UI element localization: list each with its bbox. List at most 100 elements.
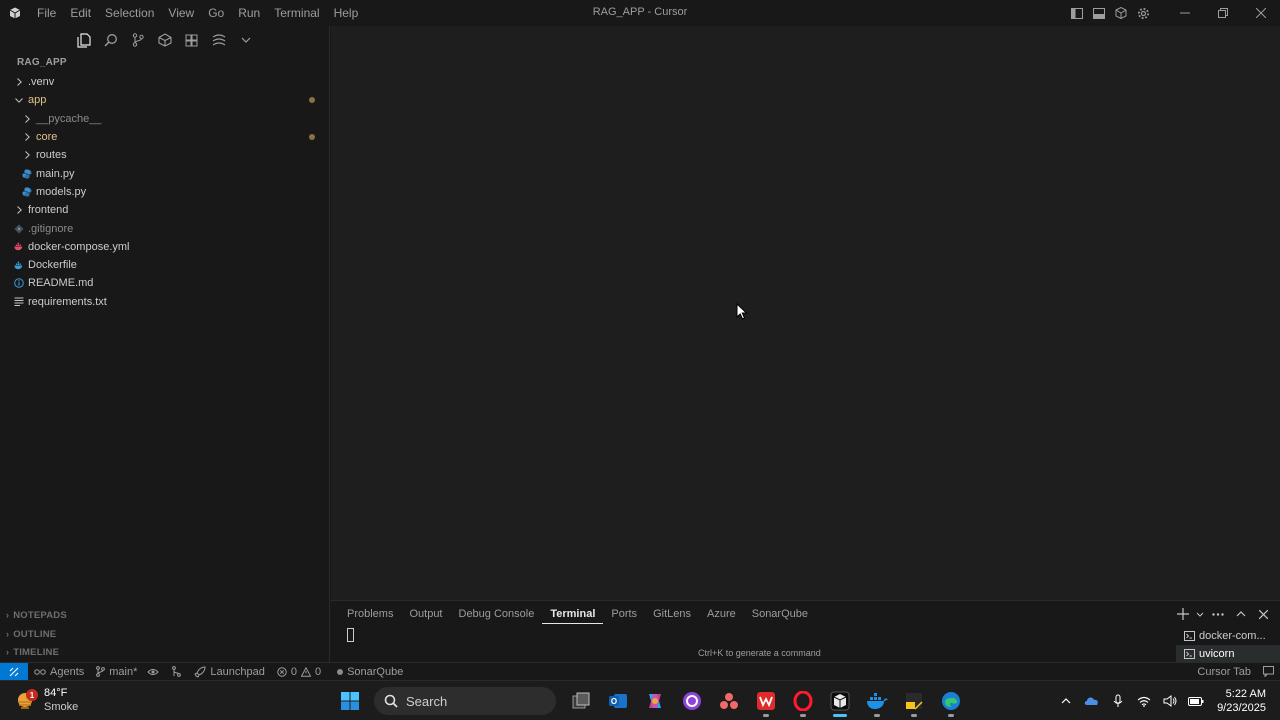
tree-file--gitignore[interactable]: .gitignore [0, 219, 329, 237]
onedrive-cloud-icon[interactable] [1079, 686, 1105, 716]
tree-folder-core[interactable]: core [0, 128, 329, 146]
menu-item-help[interactable]: Help [327, 0, 366, 26]
tree-item-label: core [36, 131, 58, 144]
opera-icon[interactable] [784, 684, 821, 718]
terminal-cursor[interactable] [347, 628, 354, 642]
show-hidden-icons-chevron-up-icon[interactable] [1053, 686, 1079, 716]
editor-area[interactable] [331, 26, 1280, 600]
task-view-icon[interactable] [562, 684, 599, 718]
taskbar-clock[interactable]: 5:22 AM 9/23/2025 [1217, 687, 1266, 715]
minimize-button[interactable] [1166, 0, 1204, 26]
tree-file-readme-md[interactable]: README.md [0, 274, 329, 292]
sonarqube-status[interactable]: SonarQube [331, 666, 409, 678]
menu-item-go[interactable]: Go [201, 0, 231, 26]
chevron-right-icon [22, 114, 32, 123]
panel-tab-terminal[interactable]: Terminal [542, 605, 604, 624]
outline-section[interactable]: › OUTLINE [0, 625, 329, 643]
tree-folder-venv[interactable]: .venv [0, 73, 329, 91]
menu-item-edit[interactable]: Edit [63, 0, 98, 26]
copilot-icon[interactable] [636, 684, 673, 718]
branch-status[interactable]: main* [90, 666, 165, 678]
wifi-icon[interactable] [1131, 686, 1157, 716]
launchpad-status[interactable]: Launchpad [188, 666, 270, 678]
outlook-icon[interactable]: O [599, 684, 636, 718]
restore-button[interactable] [1204, 0, 1242, 26]
eye-icon[interactable] [147, 668, 160, 676]
panel-tab-problems[interactable]: Problems [339, 605, 401, 624]
tree-folder-app[interactable]: app [0, 91, 329, 109]
chevron-right-icon [22, 133, 32, 141]
panel-tab-debug-console[interactable]: Debug Console [451, 605, 543, 624]
explorer-files-icon[interactable] [72, 29, 95, 52]
notifications-status[interactable] [1257, 666, 1280, 677]
asana-icon[interactable] [710, 684, 747, 718]
panel-tab-azure[interactable]: Azure [699, 605, 744, 624]
close-panel-icon[interactable] [1253, 604, 1274, 624]
close-window-button[interactable] [1242, 0, 1280, 26]
extensions-icon[interactable] [180, 29, 203, 52]
volume-icon[interactable] [1157, 686, 1183, 716]
chevron-right-icon [14, 206, 24, 215]
cursor-tab-status[interactable]: Cursor Tab [1191, 666, 1257, 678]
cursor-logo-icon[interactable] [0, 0, 30, 26]
github-desktop-icon[interactable] [673, 684, 710, 718]
toggle-panel-icon[interactable] [1088, 2, 1110, 24]
cursor-app-icon[interactable] [821, 684, 858, 718]
tree-item-label: app [28, 94, 47, 107]
panel-tab-ports[interactable]: Ports [603, 605, 645, 624]
menu-item-view[interactable]: View [161, 0, 201, 26]
tree-folder-frontend[interactable]: frontend [0, 201, 329, 219]
weather-widget[interactable]: 1 84°F Smoke [14, 686, 78, 714]
running-indicator [873, 714, 880, 717]
agents-status[interactable]: Agents [28, 666, 90, 678]
docker-desktop-icon[interactable] [858, 684, 895, 718]
tree-file-main-py[interactable]: main.py [0, 164, 329, 182]
menu-item-run[interactable]: Run [231, 0, 267, 26]
tree-item-label: main.py [36, 167, 75, 180]
menu-item-file[interactable]: File [30, 0, 63, 26]
menu-item-terminal[interactable]: Terminal [267, 0, 326, 26]
tree-file-dockerfile[interactable]: Dockerfile [0, 256, 329, 274]
chevron-down-icon[interactable] [234, 29, 257, 52]
settings-gear-icon[interactable] [1132, 2, 1154, 24]
git-graph-status[interactable] [165, 666, 188, 677]
more-actions-icon[interactable] [1207, 604, 1228, 624]
toggle-sidebar-icon[interactable] [1066, 2, 1088, 24]
menu-item-selection[interactable]: Selection [98, 0, 161, 26]
tree-file-requirements-txt[interactable]: requirements.txt [0, 293, 329, 311]
terminal-dropdown-icon[interactable] [1195, 604, 1205, 624]
wps-office-icon[interactable] [747, 684, 784, 718]
terminal-instance[interactable]: docker-com... [1176, 627, 1280, 645]
search-icon[interactable] [99, 29, 122, 52]
tree-folder-routes[interactable]: routes [0, 146, 329, 164]
warnings-count: 0 [314, 665, 322, 678]
tree-file-docker-compose-yml[interactable]: docker-compose.yml [0, 238, 329, 256]
explorer-root-title[interactable]: RAG_APP [17, 57, 67, 68]
notepads-section[interactable]: › NOTEPADS [0, 606, 329, 624]
sticky-notes-icon[interactable] [895, 684, 932, 718]
microphone-icon[interactable] [1105, 686, 1131, 716]
docker-extension-icon[interactable] [153, 29, 176, 52]
tree-file-models-py[interactable]: models.py [0, 183, 329, 201]
panel-tab-output[interactable]: Output [401, 605, 450, 624]
maximize-panel-icon[interactable] [1230, 604, 1251, 624]
windows-start-icon[interactable] [331, 684, 368, 718]
new-terminal-icon[interactable] [1172, 604, 1193, 624]
terminal-list: docker-com... uvicorn [1176, 627, 1280, 663]
problems-status[interactable]: 0 0 [271, 666, 327, 678]
timeline-section[interactable]: › TIMELINE [0, 643, 329, 661]
agent-cube-icon[interactable] [1110, 2, 1132, 24]
remote-indicator-icon[interactable] [0, 662, 28, 681]
tree-item-label: .gitignore [28, 222, 74, 235]
source-control-icon[interactable] [126, 29, 149, 52]
gitlens-icon[interactable] [207, 29, 230, 52]
taskbar-search[interactable]: Search [374, 687, 556, 715]
tree-folder-pycache[interactable]: __pycache__ [0, 110, 329, 128]
edge-icon[interactable] [932, 684, 969, 718]
panel-tab-gitlens[interactable]: GitLens [645, 605, 699, 624]
terminal-instance[interactable]: uvicorn [1176, 645, 1280, 663]
panel-tab-sonarqube[interactable]: SonarQube [744, 605, 816, 624]
tree-item-label: docker-compose.yml [28, 240, 130, 253]
chevron-right-icon [14, 78, 24, 87]
battery-icon[interactable] [1183, 686, 1209, 716]
